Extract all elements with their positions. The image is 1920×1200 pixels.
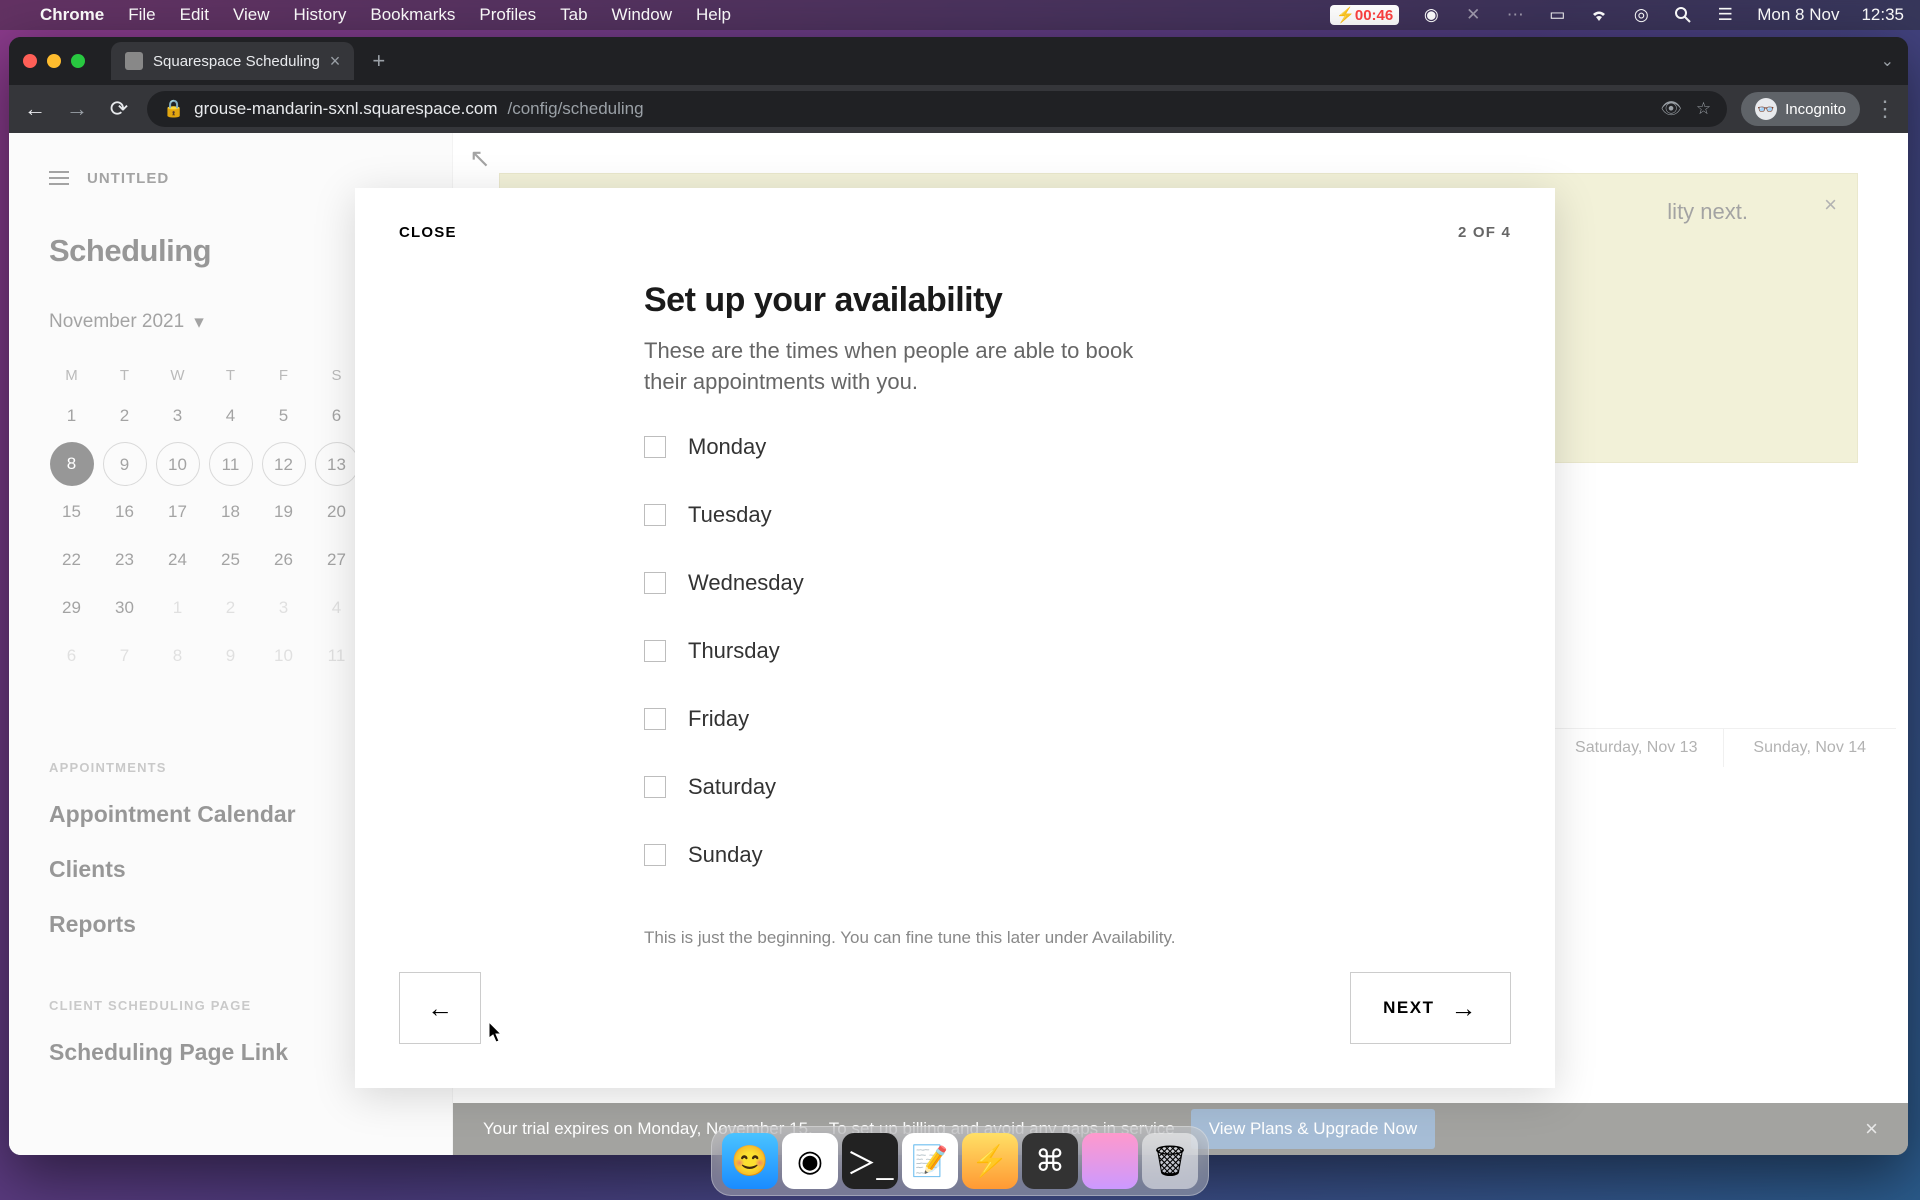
menu-tab[interactable]: Tab [560,5,587,25]
eye-off-icon[interactable]: 👁 [1660,99,1682,119]
modal-note: This is just the beginning. You can fine… [644,928,1555,948]
availability-day-row[interactable]: Monday [644,434,1555,460]
tab-favicon [125,52,143,70]
day-label: Thursday [688,638,780,664]
tab-overflow-icon[interactable]: ⌄ [1881,51,1894,71]
incognito-icon: 👓 [1755,98,1777,120]
window-close-button[interactable] [23,54,37,68]
user-icon[interactable]: ◎ [1631,5,1651,25]
day-checkbox[interactable] [644,436,666,458]
modal-next-button[interactable]: NEXT → [1350,972,1511,1044]
availability-day-row[interactable]: Sunday [644,842,1555,868]
dock-chrome[interactable]: ◉ [782,1133,838,1189]
modal-subtitle: These are the times when people are able… [644,336,1164,398]
macos-dock: 😊 ◉ ＞_ 📝 ⚡ ⌘ 🗑 [711,1126,1209,1196]
dock-app-pink[interactable] [1082,1133,1138,1189]
menubar-time[interactable]: 12:35 [1861,5,1904,25]
battery-icon[interactable]: ▭ [1547,5,1567,25]
arrow-left-icon: ← [427,993,453,1024]
day-label: Friday [688,706,749,732]
modal-title: Set up your availability [644,281,1555,320]
dock-devtools[interactable]: ⌘ [1022,1133,1078,1189]
star-icon[interactable]: ☆ [1696,99,1711,119]
menu-bookmarks[interactable]: Bookmarks [370,5,455,25]
window-minimize-button[interactable] [47,54,61,68]
next-label: NEXT [1383,998,1434,1018]
status-icon-1[interactable]: ◉ [1421,5,1441,25]
day-checkbox[interactable] [644,708,666,730]
nav-back-button[interactable]: ← [21,96,49,122]
nav-forward-button[interactable]: → [63,96,91,122]
day-checkbox[interactable] [644,504,666,526]
url-input[interactable]: 🔒 grouse-mandarin-sxnl.squarespace.com/c… [147,91,1727,127]
modal-step-indicator: 2 OF 4 [1458,224,1511,241]
dock-terminal[interactable]: ＞_ [842,1133,898,1189]
control-center-icon[interactable]: ☰ [1715,5,1735,25]
modal-close-button[interactable]: CLOSE [399,224,457,241]
page-content: UNTITLED Scheduling November 2021 ▾ ‹ M … [9,133,1908,1155]
day-label: Wednesday [688,570,804,596]
browser-menu-button[interactable]: ⋮ [1874,96,1896,122]
macos-menubar: Chrome File Edit View History Bookmarks … [0,0,1920,30]
menu-help[interactable]: Help [696,5,731,25]
dock-notes[interactable]: 📝 [902,1133,958,1189]
day-label: Monday [688,434,766,460]
browser-tab[interactable]: Squarespace Scheduling × [111,42,354,80]
menu-file[interactable]: File [128,5,155,25]
incognito-label: Incognito [1785,101,1846,118]
nav-reload-button[interactable]: ⟳ [105,96,133,122]
day-checkbox[interactable] [644,572,666,594]
lock-icon[interactable]: 🔒 [163,99,184,119]
incognito-badge[interactable]: 👓 Incognito [1741,92,1860,126]
url-path: /config/scheduling [507,99,643,119]
tab-title: Squarespace Scheduling [153,53,320,70]
availability-day-row[interactable]: Tuesday [644,502,1555,528]
menubar-app-name[interactable]: Chrome [40,5,104,25]
new-tab-button[interactable]: + [372,48,385,74]
search-icon[interactable] [1673,5,1693,25]
menu-view[interactable]: View [233,5,270,25]
menu-profiles[interactable]: Profiles [479,5,536,25]
wifi-icon[interactable] [1589,5,1609,25]
day-checkbox[interactable] [644,640,666,662]
menu-history[interactable]: History [293,5,346,25]
url-host: grouse-mandarin-sxnl.squarespace.com [194,99,497,119]
status-icon-2[interactable]: ✕ [1463,5,1483,25]
menu-window[interactable]: Window [612,5,672,25]
menu-edit[interactable]: Edit [180,5,209,25]
status-icon-3[interactable]: ⋯ [1505,5,1525,25]
dock-app-lightning[interactable]: ⚡ [962,1133,1018,1189]
dock-trash[interactable]: 🗑 [1142,1133,1198,1189]
availability-day-row[interactable]: Saturday [644,774,1555,800]
day-label: Tuesday [688,502,772,528]
arrow-right-icon: → [1451,993,1479,1024]
day-checkbox[interactable] [644,776,666,798]
address-bar: ← → ⟳ 🔒 grouse-mandarin-sxnl.squarespace… [9,85,1908,133]
day-label: Saturday [688,774,776,800]
availability-modal: CLOSE 2 OF 4 Set up your availability Th… [355,188,1555,1088]
window-zoom-button[interactable] [71,54,85,68]
day-checkbox[interactable] [644,844,666,866]
battery-indicator[interactable]: ⚡00:46 [1330,5,1399,25]
day-label: Sunday [688,842,763,868]
tab-close-icon[interactable]: × [330,51,341,72]
browser-window: Squarespace Scheduling × + ⌄ ← → ⟳ 🔒 gro… [9,37,1908,1155]
modal-back-button[interactable]: ← [399,972,481,1044]
dock-finder[interactable]: 😊 [722,1133,778,1189]
tab-strip: Squarespace Scheduling × + ⌄ [9,37,1908,85]
menubar-date[interactable]: Mon 8 Nov [1757,5,1839,25]
availability-day-row[interactable]: Wednesday [644,570,1555,596]
availability-day-row[interactable]: Friday [644,706,1555,732]
availability-day-row[interactable]: Thursday [644,638,1555,664]
days-list: Monday Tuesday Wednesday Thursday Friday Satu… [644,434,1555,868]
